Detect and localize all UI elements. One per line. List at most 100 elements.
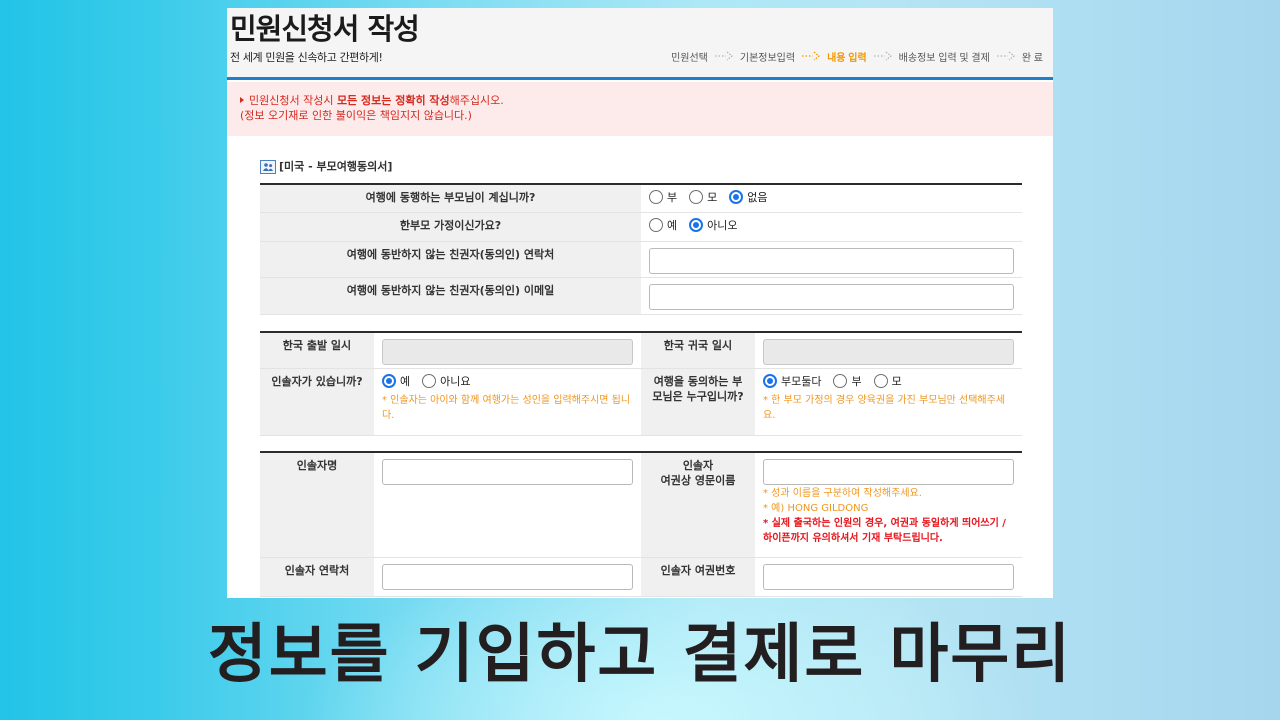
travel-table: 한국 출발 일시 한국 귀국 일시 인솔자가 있습니까? 예 아니요 * 인솔자…: [260, 331, 1022, 436]
label-line: 여권상 영문이름: [660, 474, 736, 487]
notice-text: 민원신청서 작성시: [249, 94, 337, 107]
escort-english-name-label: 인솔자 여권상 영문이름: [641, 453, 755, 557]
section-title: [미국 - 부모여행동의서]: [279, 160, 393, 173]
consent-table: 여행에 동행하는 부모님이 계십니까? 부 모 없음 한부모 가정이신가요? 예…: [260, 183, 1022, 315]
radio-label: 예: [667, 219, 678, 232]
caption-text: 정보를 기입하고 결제로 마무리: [207, 618, 1073, 692]
radio-label: 모: [707, 191, 718, 204]
form-screenshot: 민원신청서 작성 전 세계 민원을 신속하고 간편하게! 민원선택 기본정보입력…: [227, 8, 1053, 598]
departure-value: [374, 333, 641, 368]
radio-button[interactable]: [689, 190, 704, 204]
notice-emphasis: 모든 정보는 정확히 작성: [336, 94, 450, 107]
radio-option-mother[interactable]: 모: [873, 373, 902, 389]
radio-group: 부모둘다 부 모: [763, 374, 1014, 388]
radio-label: 없음: [747, 191, 768, 204]
page-title: 민원신청서 작성: [230, 12, 420, 46]
escort-english-name-value: * 성과 이름을 구분하여 작성해주세요. * 예) HONG GILDONG …: [755, 453, 1022, 557]
notice-text-end: 해주십시오.: [449, 94, 504, 107]
table-row: 인솔자명 인솔자 여권상 영문이름 * 성과 이름을 구분하여 작성해주세요. …: [260, 453, 1022, 558]
notice-line-2: (정보 오기재로 인한 불이익은 책임지지 않습니다.): [240, 109, 472, 122]
guardian-phone-input[interactable]: [649, 248, 1014, 274]
name-example-note: * 예) HONG GILDONG: [763, 503, 869, 514]
radio-option-father[interactable]: 부: [833, 373, 862, 389]
guardian-phone-label: 여행에 동반하지 않는 친권자(동의인) 연락처: [260, 242, 641, 277]
radio-label: 아니요: [440, 375, 471, 388]
return-label: 한국 귀국 일시: [641, 333, 755, 368]
radio-group: 부 모 없음: [649, 190, 1014, 204]
radio-option-no[interactable]: 아니오: [689, 217, 738, 233]
single-parent-value: 예 아니오: [641, 213, 1022, 241]
radio-label: 아니오: [707, 219, 738, 232]
step-select-service: 민원선택: [671, 52, 708, 64]
radio-option-no[interactable]: 아니요: [422, 373, 471, 389]
radio-button[interactable]: [689, 218, 704, 232]
return-date-input[interactable]: [763, 339, 1014, 365]
table-row: 여행에 동행하는 부모님이 계십니까? 부 모 없음: [260, 185, 1022, 213]
radio-button[interactable]: [763, 374, 777, 388]
return-value: [755, 333, 1022, 368]
table-row: 한부모 가정이신가요? 예 아니오: [260, 213, 1022, 242]
radio-button[interactable]: [649, 218, 663, 232]
english-name-notes: * 성과 이름을 구분하여 작성해주세요. * 예) HONG GILDONG …: [763, 486, 1014, 546]
radio-option-yes[interactable]: 예: [382, 373, 410, 389]
table-row: 인솔자가 있습니까? 예 아니요 * 인솔자는 아이와 함께 여행가는 성인을 …: [260, 369, 1022, 436]
radio-button[interactable]: [382, 374, 396, 388]
radio-label: 모: [891, 375, 902, 388]
table-row: 인솔자 연락처 인솔자 여권번호: [260, 558, 1022, 597]
guardian-email-label: 여행에 동반하지 않는 친권자(동의인) 이메일: [260, 278, 641, 314]
radio-option-father[interactable]: 부: [649, 189, 677, 205]
notice-line-1: 민원신청서 작성시 모든 정보는 정확히 작성해주십시오.: [240, 93, 1053, 108]
escort-phone-value: [374, 558, 641, 596]
notice-box: 민원신청서 작성시 모든 정보는 정확히 작성해주십시오. (정보 오기재로 인…: [227, 82, 1053, 136]
departure-date-input[interactable]: [382, 339, 633, 365]
radio-label: 부: [667, 191, 678, 204]
radio-option-none[interactable]: 없음: [729, 189, 768, 205]
accompanying-parent-value: 부 모 없음: [641, 185, 1022, 212]
people-icon: [260, 159, 279, 174]
departure-label: 한국 출발 일시: [260, 333, 374, 368]
bullet-triangle-icon: [240, 97, 244, 103]
radio-option-mother[interactable]: 모: [689, 189, 717, 205]
has-escort-label: 인솔자가 있습니까?: [260, 369, 374, 435]
step-content-input: 내용 입력: [827, 52, 867, 64]
radio-label: 예: [400, 375, 411, 388]
step-basic-info: 기본정보입력: [739, 52, 796, 64]
escort-passport-input[interactable]: [763, 564, 1014, 590]
escort-phone-input[interactable]: [382, 564, 633, 590]
escort-english-name-input[interactable]: [763, 459, 1014, 485]
radio-option-yes[interactable]: 예: [649, 217, 677, 233]
label-line: 인솔자: [682, 459, 714, 472]
step-shipping-payment: 배송정보 입력 및 결제: [898, 52, 990, 64]
escort-passport-value: [755, 558, 1022, 596]
radio-button[interactable]: [833, 374, 848, 388]
passport-match-warning: * 실제 출국하는 인원의 경우, 여권과 동일하게 띄어쓰기 / 하이픈까지 …: [763, 518, 1006, 544]
consenting-parent-note: * 한 부모 가정의 경우 양육권을 가진 부모님만 선택해주세요.: [763, 395, 1006, 421]
name-format-note: * 성과 이름을 구분하여 작성해주세요.: [763, 488, 922, 499]
accompanying-parent-label: 여행에 동행하는 부모님이 계십니까?: [260, 185, 641, 212]
table-row: 여행에 동반하지 않는 친권자(동의인) 이메일: [260, 278, 1022, 315]
radio-option-both-parents[interactable]: 부모둘다: [763, 373, 821, 389]
radio-button[interactable]: [422, 374, 437, 388]
radio-button[interactable]: [649, 190, 663, 204]
guardian-email-value: [641, 278, 1022, 314]
radio-label: 부모둘다: [781, 375, 822, 388]
radio-button[interactable]: [729, 190, 744, 204]
escort-name-input[interactable]: [382, 459, 633, 485]
has-escort-value: 예 아니요 * 인솔자는 아이와 함께 여행가는 성인을 입력해주시면 됩니다.: [374, 369, 641, 435]
escort-name-value: [374, 453, 641, 557]
step-arrow-icon: [873, 51, 893, 61]
single-parent-label: 한부모 가정이신가요?: [260, 213, 641, 241]
header-divider: [227, 77, 1053, 80]
escort-table: 인솔자명 인솔자 여권상 영문이름 * 성과 이름을 구분하여 작성해주세요. …: [260, 451, 1022, 597]
guardian-email-input[interactable]: [649, 284, 1014, 310]
radio-group: 예 아니요: [382, 374, 633, 388]
table-row: 한국 출발 일시 한국 귀국 일시: [260, 333, 1022, 369]
table-row: 여행에 동반하지 않는 친권자(동의인) 연락처: [260, 242, 1022, 278]
radio-label: 부: [851, 375, 862, 388]
consenting-parent-label: 여행을 동의하는 부모님은 누구입니까?: [641, 369, 755, 435]
page-header: 민원신청서 작성 전 세계 민원을 신속하고 간편하게! 민원선택 기본정보입력…: [227, 8, 1053, 77]
step-arrow-icon: [996, 51, 1016, 61]
guardian-phone-value: [641, 242, 1022, 277]
radio-button[interactable]: [873, 374, 888, 388]
progress-steps: 민원선택 기본정보입력 내용 입력 배송정보 입력 및 결제 완 료: [671, 49, 1043, 64]
